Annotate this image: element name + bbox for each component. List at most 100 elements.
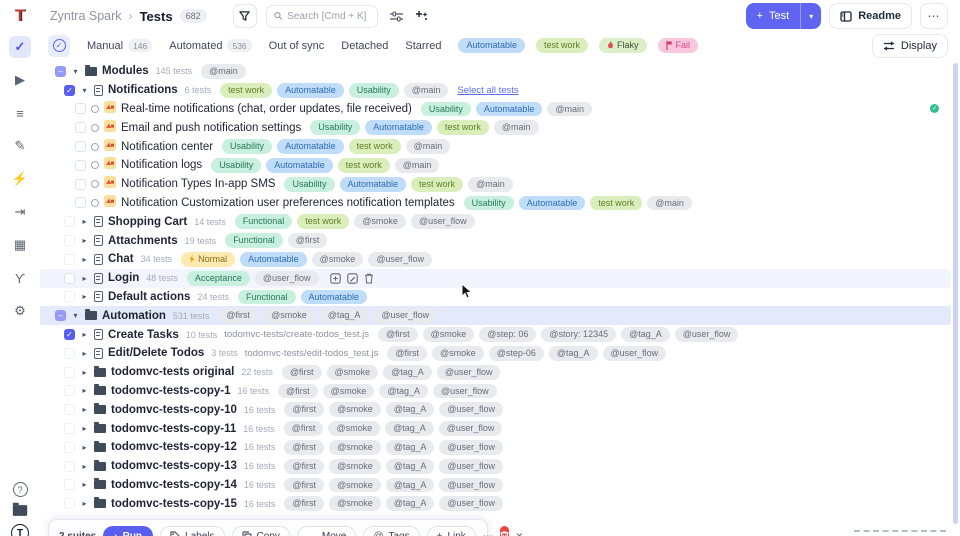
row-title[interactable]: Create Tasks <box>108 329 179 341</box>
tag-chip[interactable]: @first <box>387 346 427 361</box>
tree-row[interactable]: ✓▾Notifications6 teststest workAutomatab… <box>40 81 951 100</box>
severity-circle-icon[interactable] <box>91 124 99 132</box>
vertical-scrollbar[interactable] <box>953 63 958 524</box>
chevron-right-icon[interactable]: ▸ <box>80 462 89 471</box>
row-checkbox[interactable] <box>64 291 75 302</box>
tree-row[interactable]: Real-time notifications (chat, order upd… <box>40 100 951 119</box>
row-title[interactable]: Real-time notifications (chat, order upd… <box>121 103 412 115</box>
tag-chip[interactable]: @main <box>406 139 451 154</box>
row-title[interactable]: Notification center <box>121 141 213 153</box>
row-title[interactable]: Email and push notification settings <box>121 122 301 134</box>
row-title[interactable]: todomvc-tests-copy-15 <box>111 498 237 510</box>
row-checkbox[interactable] <box>64 235 75 246</box>
tag-chip[interactable]: Acceptance <box>187 271 250 286</box>
filter-item-starred[interactable]: Starred <box>405 40 441 52</box>
tag-chip[interactable]: @step-06 <box>489 346 544 361</box>
row-title[interactable]: todomvc-tests-copy-10 <box>111 404 237 416</box>
chevron-right-icon[interactable]: ▸ <box>80 292 89 301</box>
tag-chip[interactable]: @tag_A <box>386 496 435 511</box>
tag-chip[interactable]: @first <box>378 327 418 342</box>
select-mode-button[interactable]: ✓ <box>48 35 70 57</box>
sidebar-item-runs-icon[interactable]: ▶ <box>9 69 31 91</box>
row-title[interactable]: Default actions <box>108 291 190 303</box>
tree-row[interactable]: ▸Default actions24 testsFunctionalAutoma… <box>40 288 951 307</box>
row-checkbox[interactable] <box>64 273 75 284</box>
tag-chip[interactable]: Functional <box>235 214 293 229</box>
move-button[interactable]: → Move <box>297 526 356 536</box>
chevron-right-icon[interactable]: ▸ <box>80 217 89 226</box>
tag-chip[interactable]: Automatable <box>266 158 333 173</box>
selected-suites-link[interactable]: 2 suites <box>59 531 96 536</box>
tree-row[interactable]: Notification logsUsabilityAutomatabletes… <box>40 156 951 175</box>
tag-chip[interactable]: @main <box>494 120 539 135</box>
adjustments-button[interactable] <box>390 11 403 22</box>
tree-row[interactable]: –▾Automation531 tests@first@smoke@tag_A@… <box>40 306 951 325</box>
tag-chip[interactable]: Usability <box>421 102 471 117</box>
tag-chip[interactable]: @story: 12345 <box>541 327 616 342</box>
tag-chip[interactable]: @first <box>288 233 328 248</box>
tag-chip[interactable]: Functional <box>225 233 283 248</box>
row-title[interactable]: Notification Types In-app SMS <box>121 178 275 190</box>
sidebar-item-import-icon[interactable]: ⇥ <box>9 201 31 223</box>
row-checkbox[interactable] <box>64 479 75 490</box>
filter-item-automated[interactable]: Automated536 <box>169 39 251 52</box>
tag-chip[interactable]: test work <box>411 177 463 192</box>
bulk-close-button[interactable]: × <box>516 529 523 536</box>
tag-chip[interactable]: Usability <box>222 139 272 154</box>
sidebar-item-plans-icon[interactable]: ≡ <box>9 102 31 124</box>
tag-chip[interactable]: Flaky <box>599 38 647 53</box>
tree-row[interactable]: ▸todomvc-tests-copy-1316 tests@first@smo… <box>40 457 951 476</box>
row-title[interactable]: Attachments <box>108 235 178 247</box>
chevron-down-icon[interactable]: ▾ <box>80 86 89 95</box>
sidebar-item-settings-icon[interactable]: ⚙ <box>9 300 31 322</box>
filter-item-manual[interactable]: Manual146 <box>87 39 152 52</box>
tags-button[interactable]: @ Tags <box>363 526 419 536</box>
sidebar-item-pulse-icon[interactable]: ⚡ <box>9 168 31 190</box>
chevron-down-icon[interactable]: ▾ <box>71 311 80 320</box>
tag-chip[interactable]: Fail <box>658 38 699 53</box>
row-checkbox[interactable]: – <box>55 310 66 321</box>
row-checkbox[interactable] <box>64 498 75 509</box>
row-checkbox[interactable] <box>64 461 75 472</box>
tree-row[interactable]: ▸todomvc-tests original22 tests@first@sm… <box>40 363 951 382</box>
tag-chip[interactable]: @tag_A <box>379 384 428 399</box>
tag-chip[interactable]: Automatable <box>365 120 432 135</box>
tag-chip[interactable]: @first <box>282 365 322 380</box>
app-logo[interactable]: T <box>0 0 40 32</box>
tree-row[interactable]: ▸todomvc-tests-copy-1016 tests@first@smo… <box>40 400 951 419</box>
tag-chip[interactable]: Usability <box>310 120 360 135</box>
severity-circle-icon[interactable] <box>91 199 99 207</box>
row-checkbox[interactable] <box>64 216 75 227</box>
tag-chip[interactable]: @smoke <box>329 459 381 474</box>
tag-chip[interactable]: @tag_A <box>386 478 435 493</box>
row-checkbox[interactable]: – <box>55 66 66 77</box>
row-title[interactable]: Automation <box>102 310 166 322</box>
edit-suite-icon[interactable] <box>347 273 358 284</box>
tag-chip[interactable]: @user_flow <box>439 440 503 455</box>
severity-circle-icon[interactable] <box>91 143 99 151</box>
tag-chip[interactable]: @smoke <box>432 346 484 361</box>
tag-chip[interactable]: @first <box>284 459 324 474</box>
tag-chip[interactable]: Automatable <box>458 38 525 53</box>
tag-chip[interactable]: @smoke <box>329 402 381 417</box>
row-checkbox[interactable] <box>75 160 86 171</box>
tag-chip[interactable]: @user_flow <box>437 365 501 380</box>
tag-chip[interactable]: @tag_A <box>621 327 670 342</box>
row-checkbox[interactable] <box>64 442 75 453</box>
tag-chip[interactable]: @smoke <box>329 478 381 493</box>
tag-chip[interactable]: Usability <box>211 158 261 173</box>
tag-chip[interactable]: Usability <box>284 177 334 192</box>
tag-chip[interactable]: @smoke <box>328 421 380 436</box>
chevron-right-icon[interactable]: ▸ <box>80 274 89 283</box>
chevron-right-icon[interactable]: ▸ <box>80 480 89 489</box>
tag-chip[interactable]: @smoke <box>423 327 475 342</box>
row-title[interactable]: todomvc-tests-copy-14 <box>111 479 237 491</box>
tag-chip[interactable]: @main <box>201 64 246 79</box>
row-checkbox[interactable]: ✓ <box>64 329 75 340</box>
row-checkbox[interactable] <box>64 385 75 396</box>
tag-chip[interactable]: test work <box>338 158 390 173</box>
tag-chip[interactable]: @tag_A <box>386 402 435 417</box>
filter-item-detached[interactable]: Detached <box>341 40 388 52</box>
sidebar-item-branches-icon[interactable]: ϒ <box>9 267 31 289</box>
row-title[interactable]: todomvc-tests-copy-1 <box>111 385 231 397</box>
